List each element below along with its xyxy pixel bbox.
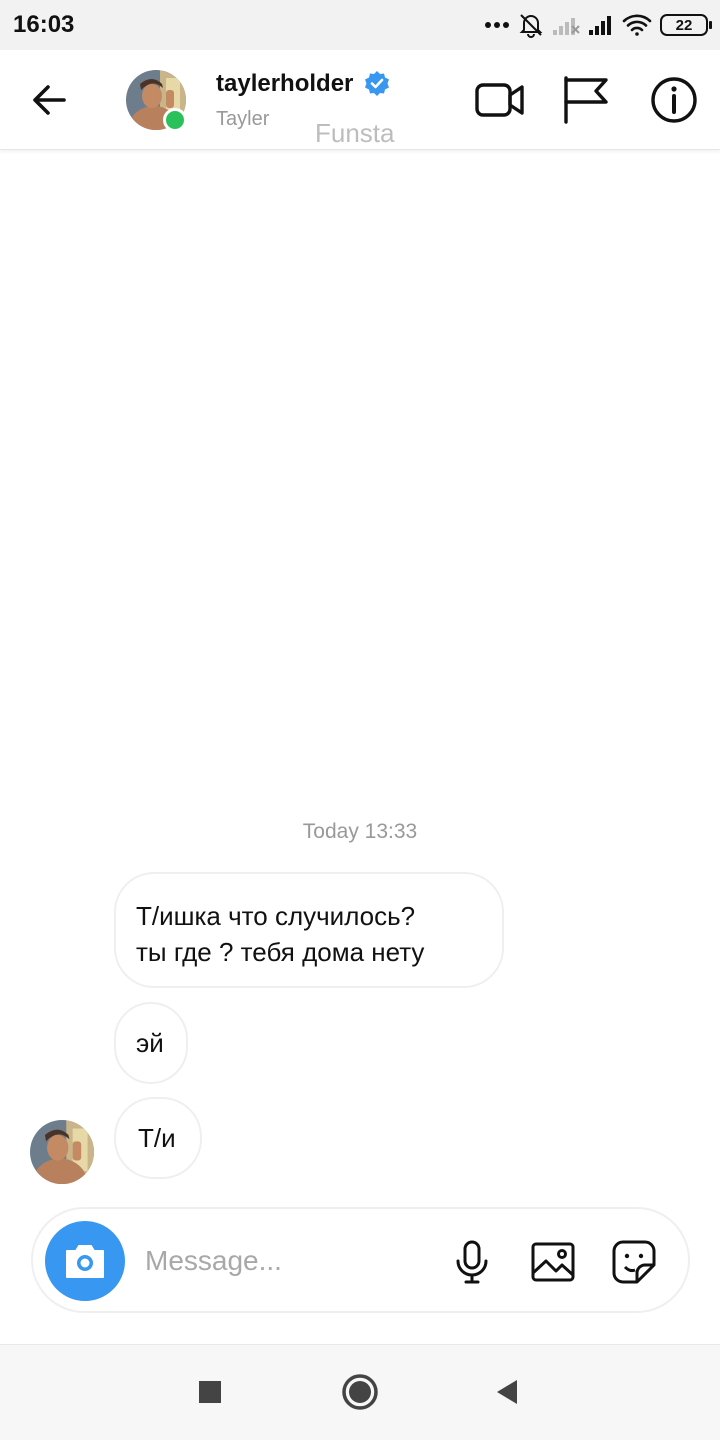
- home-circle-icon: [342, 1374, 378, 1410]
- message-bubble[interactable]: Т/ишка что случилось? ты где ? тебя дома…: [114, 872, 504, 988]
- sender-avatar[interactable]: [30, 1120, 94, 1184]
- no-signal-icon: [553, 18, 580, 35]
- message-composer: [31, 1207, 690, 1313]
- message-timestamp: Today 13:33: [302, 820, 418, 843]
- username[interactable]: taylerholder: [216, 70, 353, 98]
- camera-button[interactable]: [45, 1221, 125, 1301]
- display-name: Tayler: [216, 108, 270, 130]
- battery-icon: 22: [660, 14, 712, 36]
- status-bar: 16:03 22: [0, 0, 720, 50]
- message-text: эй: [136, 1028, 164, 1058]
- message-text: Т/и: [138, 1123, 176, 1153]
- online-status-dot: [163, 108, 187, 132]
- back-triangle-icon: [497, 1380, 517, 1404]
- status-icons: 22: [484, 10, 712, 40]
- camera-icon: [66, 1245, 104, 1278]
- message-bubble[interactable]: Т/и: [114, 1097, 202, 1179]
- gallery-icon[interactable]: [530, 1239, 576, 1285]
- username-row[interactable]: taylerholder: [216, 70, 391, 98]
- home-button[interactable]: [335, 1367, 385, 1417]
- message-text-line: ты где ? тебя дома нету: [136, 937, 425, 967]
- battery-level: 22: [675, 16, 693, 34]
- message-bubble[interactable]: эй: [114, 1002, 188, 1084]
- signal-icon: [589, 16, 611, 35]
- overlay-caption: Funsta: [315, 118, 395, 148]
- message-input[interactable]: [145, 1239, 425, 1283]
- back-button[interactable]: [482, 1367, 532, 1417]
- sticker-icon[interactable]: [611, 1239, 657, 1285]
- verified-badge-icon: [365, 71, 390, 96]
- message-text-line: Т/ишка что случилось?: [136, 901, 416, 931]
- video-call-icon[interactable]: [474, 74, 526, 126]
- mute-bell-icon: [519, 14, 543, 38]
- info-icon[interactable]: [648, 74, 700, 126]
- recents-square-icon: [199, 1381, 221, 1403]
- recents-button[interactable]: [185, 1367, 235, 1417]
- status-time: 16:03: [13, 11, 75, 38]
- more-dots-icon: [485, 22, 509, 28]
- flag-icon[interactable]: [560, 74, 612, 126]
- back-arrow-icon[interactable]: [28, 78, 72, 122]
- wifi-icon: [622, 14, 652, 36]
- chat-header: taylerholder Tayler Funsta: [0, 50, 720, 150]
- profile-photo-icon: [30, 1120, 94, 1184]
- microphone-icon[interactable]: [449, 1239, 495, 1285]
- system-nav-bar: [0, 1344, 720, 1440]
